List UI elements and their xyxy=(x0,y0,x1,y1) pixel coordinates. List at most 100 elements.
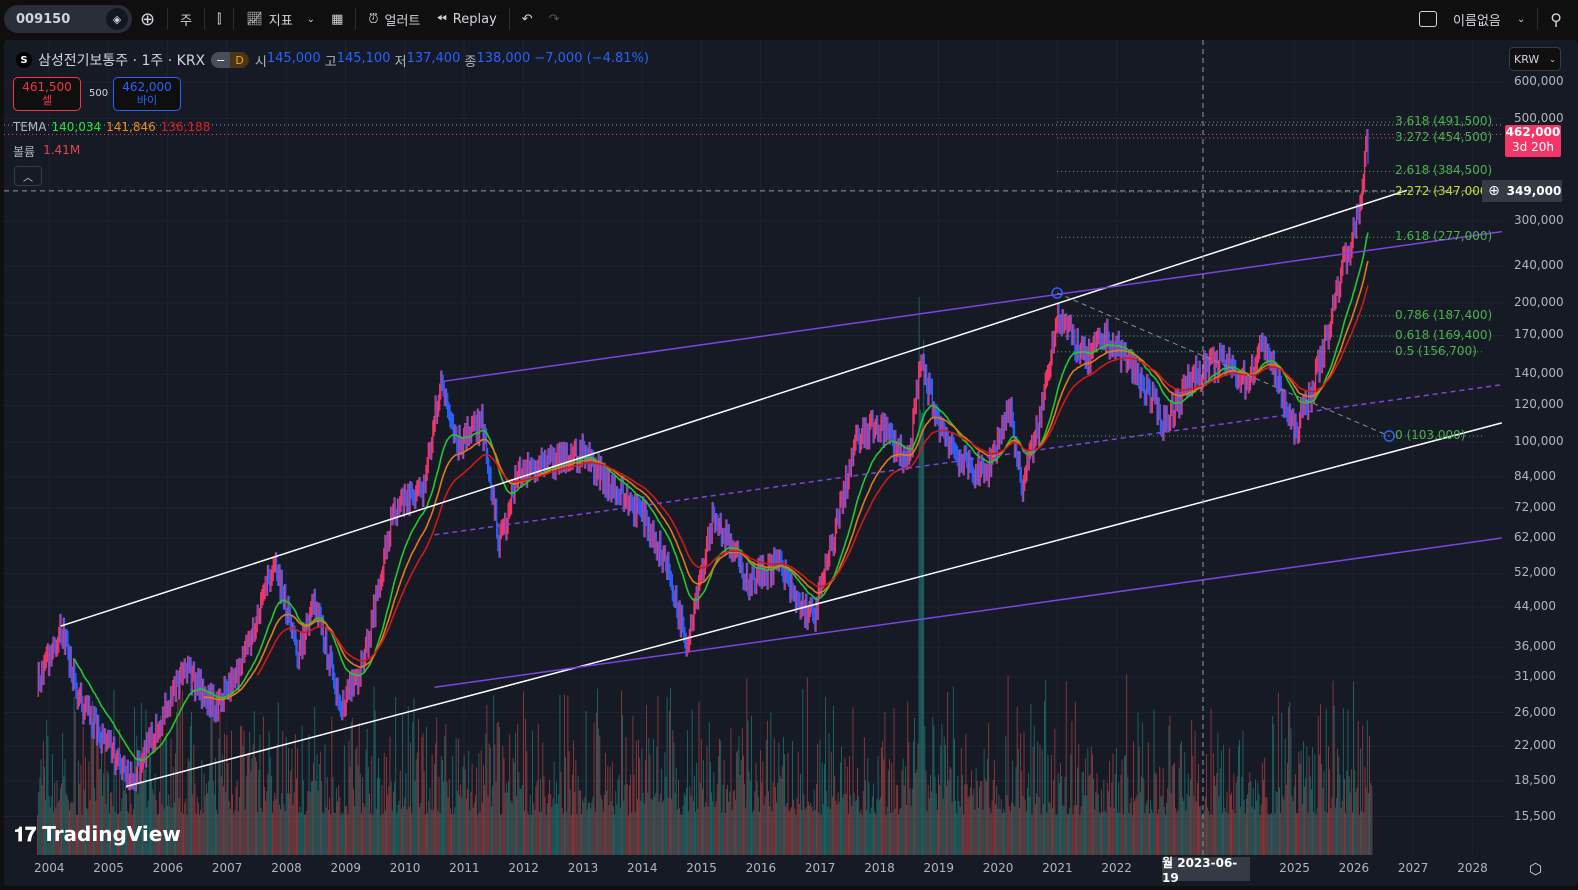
volume-bar xyxy=(910,805,912,855)
volume-bar xyxy=(1241,777,1243,855)
volume-bar xyxy=(533,803,535,855)
close-value: 138,000 xyxy=(476,50,531,66)
volume-bar xyxy=(1130,797,1132,855)
collapse-legend-button[interactable]: ︿ xyxy=(14,166,42,186)
buy-button[interactable]: 462,000 바이 xyxy=(113,77,181,111)
price-tick-label: 170,000 xyxy=(1514,327,1564,342)
volume-bar xyxy=(262,716,264,855)
volume-bar xyxy=(737,750,739,855)
tema-legend[interactable]: TEMA 140,034 141,846 136,188 xyxy=(13,120,210,134)
volume-bar xyxy=(1362,725,1364,855)
volume-bar xyxy=(642,793,644,855)
volume-bar xyxy=(1074,701,1076,855)
volume-bar xyxy=(534,809,536,855)
diamond-icon[interactable]: ◈ xyxy=(106,8,128,30)
volume-bar xyxy=(1280,813,1282,855)
volume-bar xyxy=(1122,814,1124,855)
high-label: 고 xyxy=(324,54,337,70)
interval-button[interactable]: 주 xyxy=(172,4,200,34)
volume-bar xyxy=(1024,799,1026,855)
chevron-down-icon[interactable]: ⌄ xyxy=(307,14,315,25)
settings-button[interactable]: ⬡ xyxy=(1529,860,1542,878)
volume-bar xyxy=(1069,807,1071,855)
volume-bar xyxy=(1307,812,1309,855)
volume-bar xyxy=(579,790,581,855)
volume-bar xyxy=(610,801,612,855)
volume-bar xyxy=(796,797,798,855)
volume-bar xyxy=(432,809,434,855)
volume-bar xyxy=(861,814,863,855)
sell-button[interactable]: 461,500 셀 xyxy=(13,77,81,111)
indicators-button[interactable]: 📈︎ 지표 ⌄ xyxy=(238,4,323,34)
volume-bar xyxy=(931,791,933,855)
add-symbol-button[interactable]: ⊕ xyxy=(132,4,163,34)
price-chart[interactable] xyxy=(4,40,1578,886)
volume-bar xyxy=(244,809,246,855)
volume-bar xyxy=(321,781,322,855)
volume-bar xyxy=(731,809,733,855)
volume-bar xyxy=(364,806,366,855)
time-tick-label: 2017 xyxy=(804,861,836,875)
volume-bar xyxy=(311,781,313,855)
symbol-search[interactable]: 009150 ◈ xyxy=(4,5,132,33)
volume-bar xyxy=(254,757,256,855)
volume-bar xyxy=(330,814,332,855)
volume-bar xyxy=(459,795,460,855)
volume-bar xyxy=(1152,812,1154,855)
templates-button[interactable]: ▦ xyxy=(323,4,351,34)
volume-legend[interactable]: 볼륨 1.41M xyxy=(13,143,80,160)
alert-button[interactable]: ⏰︎ 얼러트 xyxy=(360,4,428,34)
session-pill[interactable]: − D xyxy=(211,52,249,68)
volume-bar xyxy=(391,810,393,855)
volume-bar xyxy=(949,766,951,855)
volume-bar xyxy=(1235,782,1237,855)
volume-bar xyxy=(1025,811,1027,855)
volume-bar xyxy=(258,769,260,855)
volume-bar xyxy=(655,793,657,855)
volume-bar xyxy=(700,739,702,855)
layout-name-button[interactable]: 이름없음 ⌄ xyxy=(1445,4,1533,34)
add-alert-button[interactable]: ⊕ xyxy=(1482,180,1506,202)
volume-bar xyxy=(1063,806,1065,855)
quick-search-button[interactable]: ⚲ xyxy=(1542,4,1570,34)
volume-bar xyxy=(497,721,499,855)
volume-bar xyxy=(813,789,815,855)
time-tick-label: 2014 xyxy=(627,861,658,875)
volume-bar xyxy=(264,786,265,855)
volume-bar xyxy=(736,752,738,855)
spread-value: 500 xyxy=(89,88,109,99)
volume-bar xyxy=(1121,759,1123,855)
volume-bar xyxy=(713,771,715,855)
volume-bar xyxy=(381,785,383,855)
undo-button[interactable]: ↶ xyxy=(514,4,541,34)
volume-bar xyxy=(1154,772,1156,855)
volume-bar xyxy=(392,791,394,855)
volume-bar xyxy=(925,770,927,855)
volume-bar xyxy=(1040,814,1042,855)
layout-checkbox[interactable] xyxy=(1411,4,1445,34)
tradingview-logo[interactable]: 𝟏𝟕 TradingView xyxy=(14,822,181,846)
time-tick-label: 2021 xyxy=(1042,861,1073,875)
volume-bar xyxy=(433,764,435,855)
volume-bar xyxy=(810,803,812,855)
volume-bar xyxy=(674,792,676,855)
volume-bar xyxy=(946,785,947,855)
volume-bar xyxy=(495,781,497,855)
volume-bar xyxy=(384,810,386,855)
currency-select[interactable]: KRW ⌄ xyxy=(1509,47,1561,71)
chart-type-button[interactable]: ⫿ xyxy=(209,4,229,34)
volume-bar xyxy=(241,726,243,855)
volume-bar xyxy=(1109,761,1111,855)
volume-bar xyxy=(1138,746,1140,855)
chart-pane[interactable]: S 삼성전기보통주 · 1주 · KRX − D 시 145,000 고 145,10… xyxy=(4,40,1578,886)
volume-bar xyxy=(525,719,527,855)
price-tick-label: 62,000 xyxy=(1514,530,1556,545)
replay-button[interactable]: ⏪︎ Replay xyxy=(428,4,504,34)
volume-bar xyxy=(756,781,758,855)
redo-button[interactable]: ↷ xyxy=(541,4,568,34)
volume-bar xyxy=(769,806,771,855)
volume-bar xyxy=(689,786,691,855)
volume-bar xyxy=(660,768,662,855)
symbol-title[interactable]: 삼성전기보통주 · 1주 · KRX xyxy=(38,50,205,70)
volume-bar xyxy=(1047,754,1049,855)
